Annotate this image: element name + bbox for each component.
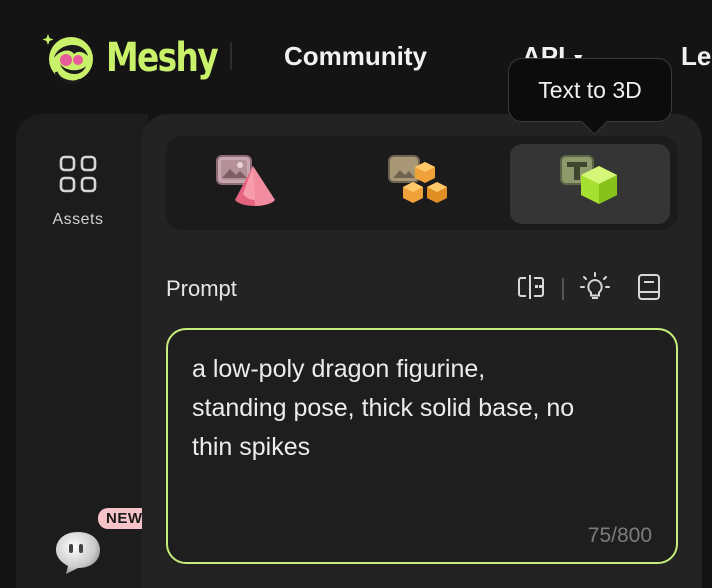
sidebar: Assets NEW <box>16 114 151 588</box>
image-cone-icon <box>213 152 279 217</box>
prompt-library-button[interactable] <box>632 272 666 306</box>
nav-learn[interactable]: Le <box>681 40 711 72</box>
prompt-textarea[interactable]: a low-poly dragon figurine, standing pos… <box>166 328 678 564</box>
mode-selector <box>166 136 678 230</box>
ai-split-button[interactable] <box>514 272 548 306</box>
toolbar-divider <box>562 278 564 300</box>
brand-logo[interactable]: Meshy <box>40 26 241 90</box>
nav-community[interactable]: Community <box>284 40 427 72</box>
prompt-text: a low-poly dragon figurine, standing pos… <box>192 350 652 467</box>
prompt-line: standing pose, thick solid base, no <box>192 394 575 422</box>
lightbulb-icon <box>580 271 610 307</box>
generation-panel: Prompt a low-poly dragon figurine, stand… <box>142 114 702 588</box>
chat-widget-button[interactable]: NEW <box>52 508 151 578</box>
prompt-line: a low-poly dragon figurine, <box>192 355 486 383</box>
tooltip-text: Text to 3D <box>538 76 642 103</box>
tab-text-to-3d[interactable] <box>510 144 670 224</box>
prompt-line: thin spikes <box>192 433 311 461</box>
image-cubes-icon <box>385 152 451 217</box>
prompt-label: Prompt <box>166 276 237 301</box>
chat-bubble-icon <box>52 528 104 583</box>
sidebar-item-assets[interactable]: Assets <box>38 154 118 244</box>
tab-multi-image-to-3d[interactable] <box>338 144 498 224</box>
prompt-toolbar <box>514 271 666 307</box>
text-cube-icon <box>557 152 623 217</box>
sidebar-item-label: Assets <box>52 211 104 228</box>
tooltip: Text to 3D <box>508 58 672 122</box>
character-counter: 75/800 <box>587 524 652 547</box>
brand-name: Meshy <box>106 35 219 81</box>
meshy-logo-icon <box>40 28 100 88</box>
book-icon <box>634 272 664 307</box>
ai-split-icon <box>516 272 546 307</box>
nav-divider <box>230 42 232 70</box>
inspiration-button[interactable] <box>578 271 612 307</box>
grid-icon <box>58 154 98 199</box>
tab-image-to-3d[interactable] <box>166 144 326 224</box>
